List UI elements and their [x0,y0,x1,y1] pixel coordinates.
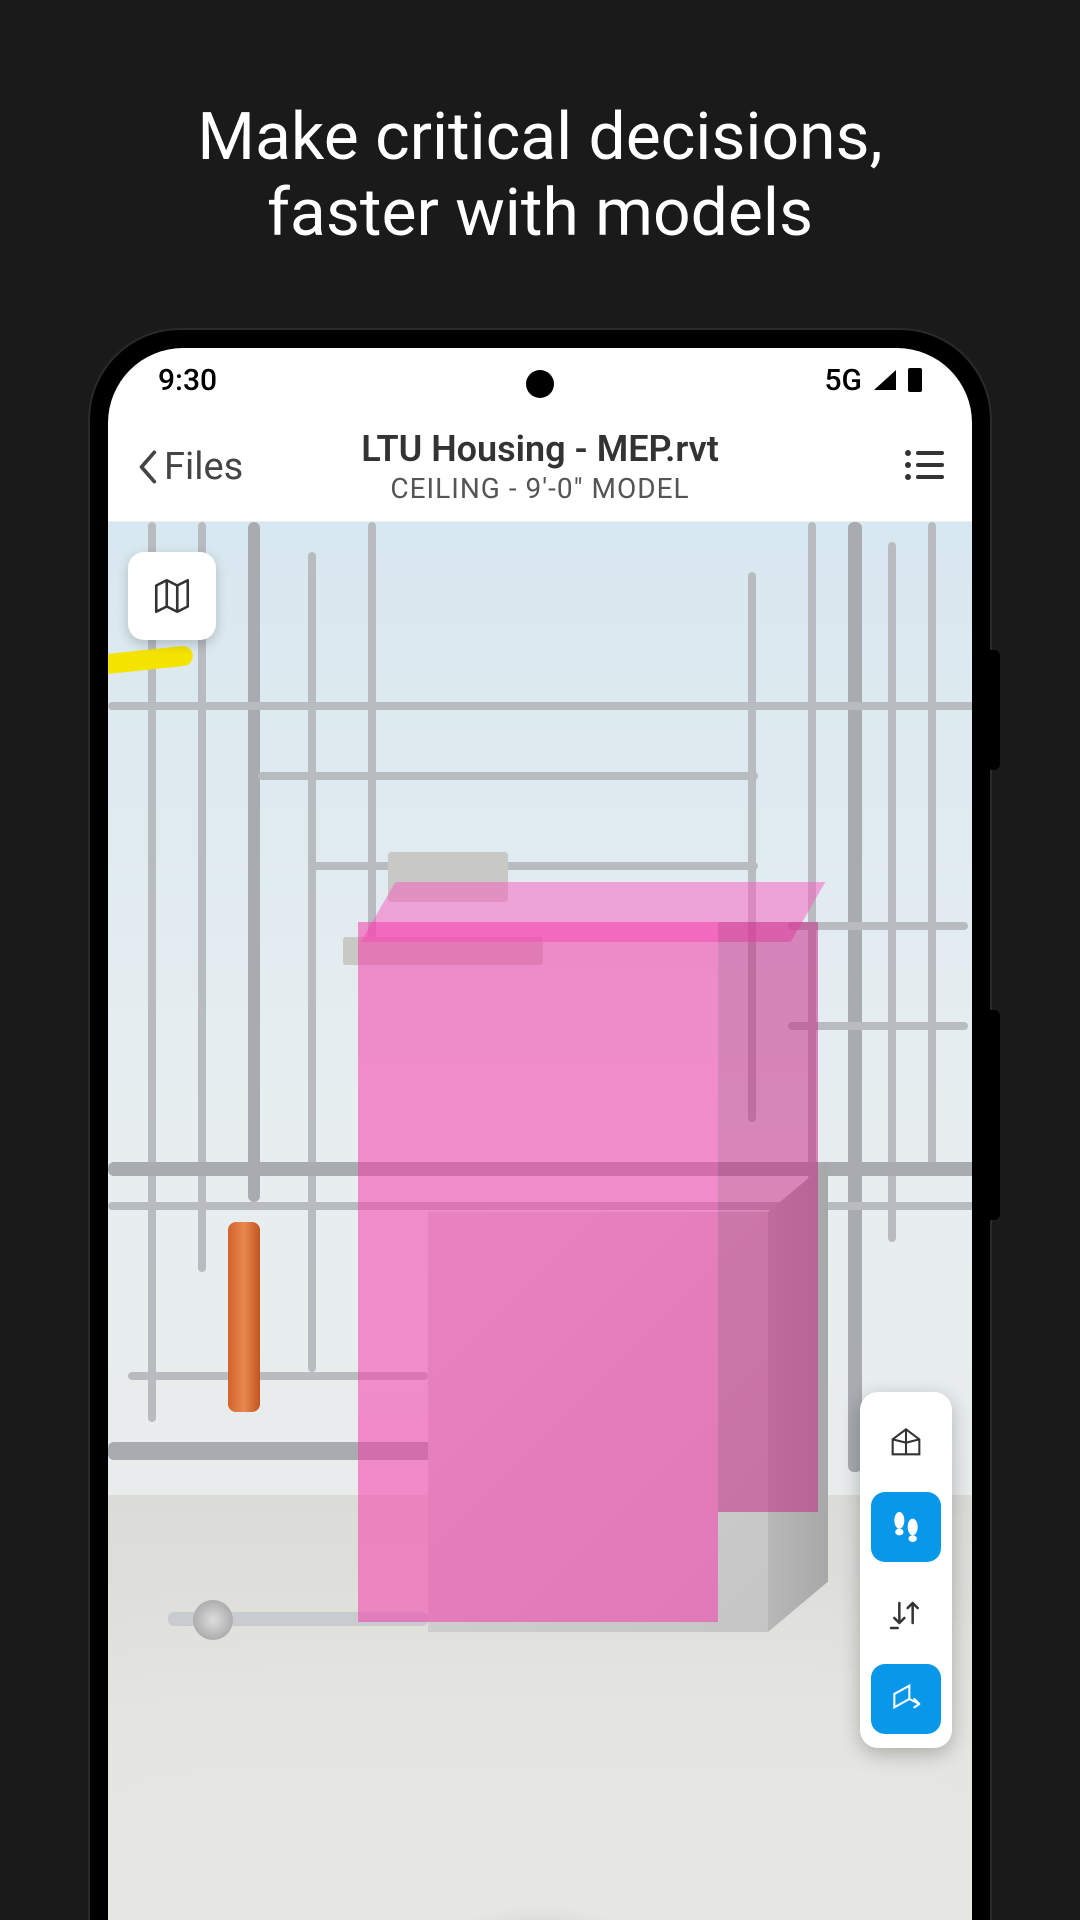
selection-highlight [358,922,718,1622]
pipe [308,862,758,870]
status-time: 9:30 [158,363,217,398]
phone-side-button [990,650,1000,770]
selection-highlight [718,922,818,1512]
phone-side-button [990,1010,1000,1220]
map-icon [151,575,193,617]
pipe [928,522,936,1172]
promo-line-1: Make critical decisions, [197,99,882,176]
network-label: 5G [825,363,863,398]
promo-heading: Make critical decisions, faster with mod… [0,100,1080,252]
back-button[interactable]: Files [136,445,243,489]
status-indicators: 5G [825,363,923,398]
footprints-icon [886,1507,926,1547]
pipe [248,522,260,1202]
back-label: Files [164,445,243,489]
pipe [888,542,896,1242]
home-view-button[interactable] [871,1406,941,1476]
promo-line-2: faster with models [267,175,813,252]
phone-screen: 9:30 5G Files LTU Housing - MEP.rvt CEIL… [108,348,972,1920]
3d-home-icon [886,1421,926,1461]
app-header: Files LTU Housing - MEP.rvt CEILING - 9'… [108,412,972,522]
minimap-button[interactable] [128,552,216,640]
pipe [108,702,972,710]
pipe [368,522,376,942]
phone-frame: 9:30 5G Files LTU Housing - MEP.rvt CEIL… [90,330,990,1920]
highlighted-pipe [228,1222,260,1412]
elevation-button[interactable] [871,1578,941,1648]
signal-icon [874,370,896,390]
pipe [848,522,862,1472]
elevation-arrows-icon [886,1593,926,1633]
status-bar: 9:30 5G [108,348,972,412]
pipe [308,552,316,1372]
walk-mode-button[interactable] [871,1492,941,1562]
view-toolbar [860,1392,952,1748]
list-icon [904,448,944,482]
section-plane-button[interactable] [871,1664,941,1734]
pipe [258,772,758,780]
chevron-left-icon [136,448,158,486]
list-view-button[interactable] [904,448,944,486]
model-viewport[interactable] [108,522,972,1920]
pipe-fitting [193,1600,233,1640]
camera-notch [526,370,554,398]
battery-icon [908,368,922,392]
section-plane-icon [886,1679,926,1719]
